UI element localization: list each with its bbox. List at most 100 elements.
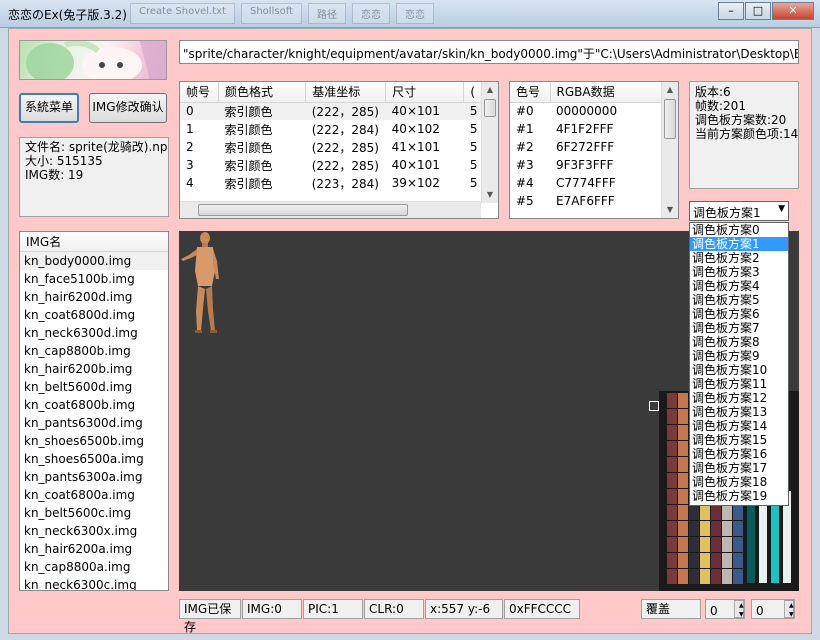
palette-swatch[interactable]	[700, 537, 710, 552]
palette-swatch[interactable]	[733, 569, 743, 584]
palette-option[interactable]: 调色板方案11	[690, 377, 788, 391]
table-row[interactable]: 0 索引颜色 (222，285) 40×101 5	[180, 102, 484, 120]
palette-swatch[interactable]	[733, 553, 743, 568]
list-item[interactable]: kn_hair6200a.img	[20, 540, 168, 558]
palette-option[interactable]: 调色板方案2	[690, 251, 788, 265]
list-item[interactable]: kn_neck6300d.img	[20, 324, 168, 342]
palette-swatch[interactable]	[711, 521, 721, 536]
palette-swatch[interactable]	[678, 409, 688, 424]
list-item[interactable]: kn_belt5600c.img	[20, 504, 168, 522]
palette-swatch[interactable]	[711, 537, 721, 552]
palette-swatch[interactable]	[667, 521, 677, 536]
spin-arrows-icon[interactable]: ▲ ▼	[734, 600, 744, 618]
list-item[interactable]: kn_coat6800a.img	[20, 486, 168, 504]
palette-option[interactable]: 调色板方案13	[690, 405, 788, 419]
palette-dropdown-list[interactable]: 调色板方案0 调色板方案1 调色板方案2 调色板方案3 调色板方案4 调色板方案5 调色板方…	[689, 222, 789, 506]
palette-swatch[interactable]	[733, 537, 743, 552]
palette-swatch[interactable]	[689, 553, 699, 568]
palette-swatch[interactable]	[722, 537, 732, 552]
list-item[interactable]: kn_coat6800d.img	[20, 306, 168, 324]
system-menu-button[interactable]: 系統菜单	[19, 93, 79, 123]
scroll-thumb[interactable]	[664, 99, 676, 139]
col-color-no[interactable]: 色号	[510, 82, 551, 103]
palette-swatch[interactable]	[667, 489, 677, 504]
chevron-down-icon[interactable]: ▼	[778, 204, 785, 214]
table-row[interactable]: #0 00000000	[510, 102, 662, 120]
palette-swatch[interactable]	[667, 457, 677, 472]
list-item[interactable]: kn_face5100b.img	[20, 270, 168, 288]
list-item[interactable]: kn_hair6200d.img	[20, 288, 168, 306]
palette-swatch[interactable]	[700, 505, 710, 520]
palette-swatch[interactable]	[678, 393, 688, 408]
scroll-up-icon[interactable]: ▲	[664, 84, 676, 96]
palette-option[interactable]: 调色板方案19	[690, 489, 788, 503]
list-item[interactable]: kn_cap8800b.img	[20, 342, 168, 360]
col-frame-no[interactable]: 帧号	[180, 82, 220, 103]
palette-option[interactable]: 调色板方案7	[690, 321, 788, 335]
palette-swatch[interactable]	[722, 521, 732, 536]
palette-option[interactable]: 调色板方案12	[690, 391, 788, 405]
palette-swatch[interactable]	[678, 441, 688, 456]
img-modify-confirm-button[interactable]: IMG修改确认	[89, 93, 167, 123]
file-path-bar[interactable]: "sprite/character/knight/equipment/avata…	[179, 40, 799, 64]
img-list[interactable]: IMG名 kn_body0000.img kn_face5100b.img kn_h…	[19, 231, 169, 591]
palette-swatch[interactable]	[667, 425, 677, 440]
palette-option[interactable]: 调色板方案16	[690, 447, 788, 461]
palette-option[interactable]: 调色板方案9	[690, 349, 788, 363]
table-row[interactable]: 1 索引颜色 (222，284) 40×102 5	[180, 120, 484, 138]
color-table[interactable]: 色号 RGBA数据 #0 00000000 #1 4F1F2FFF #2 6F272FFF…	[509, 81, 679, 219]
palette-option[interactable]: 调色板方案17	[690, 461, 788, 475]
palette-swatch[interactable]	[678, 553, 688, 568]
scroll-down-icon[interactable]: ▼	[664, 204, 676, 216]
list-item[interactable]: kn_pants6300d.img	[20, 414, 168, 432]
list-item[interactable]: kn_shoes6500a.img	[20, 450, 168, 468]
palette-swatch[interactable]	[678, 569, 688, 584]
palette-swatch[interactable]	[667, 553, 677, 568]
palette-option[interactable]: 调色板方案1	[690, 237, 788, 251]
palette-swatch[interactable]	[667, 409, 677, 424]
table-row[interactable]: #5 E7AF6FFF	[510, 192, 662, 210]
palette-swatch[interactable]	[689, 569, 699, 584]
close-button[interactable]: ✕	[772, 2, 814, 20]
table-row[interactable]: #3 9F3F3FFF	[510, 156, 662, 174]
frame-table-hscrollbar[interactable]	[180, 201, 481, 218]
table-row[interactable]: #2 6F272FFF	[510, 138, 662, 156]
palette-option[interactable]: 调色板方案0	[690, 223, 788, 237]
palette-swatch[interactable]	[667, 537, 677, 552]
scroll-down-icon[interactable]: ▼	[484, 189, 496, 201]
palette-swatch[interactable]	[678, 457, 688, 472]
palette-swatch[interactable]	[667, 569, 677, 584]
table-row[interactable]: 3 索引颜色 (222，285) 40×101 5	[180, 156, 484, 174]
palette-swatch[interactable]	[689, 521, 699, 536]
list-item[interactable]: kn_cap8800a.img	[20, 558, 168, 576]
palette-swatch[interactable]	[722, 505, 732, 520]
palette-swatch[interactable]	[711, 569, 721, 584]
palette-swatch[interactable]	[733, 505, 743, 520]
palette-swatch[interactable]	[722, 553, 732, 568]
list-item[interactable]: kn_coat6800b.img	[20, 396, 168, 414]
spin-input-2[interactable]: 0 ▲ ▼	[751, 599, 795, 619]
palette-swatch[interactable]	[711, 505, 721, 520]
palette-select[interactable]: 调色板方案1 ▼	[689, 201, 789, 221]
palette-swatch[interactable]	[700, 521, 710, 536]
frame-table-vscrollbar[interactable]: ▲ ▼	[481, 82, 498, 203]
table-row[interactable]: #4 C7774FFF	[510, 174, 662, 192]
palette-swatch[interactable]	[678, 489, 688, 504]
palette-option[interactable]: 调色板方案5	[690, 293, 788, 307]
list-item[interactable]: kn_neck6300x.img	[20, 522, 168, 540]
palette-option[interactable]: 调色板方案3	[690, 265, 788, 279]
palette-swatch[interactable]	[678, 425, 688, 440]
h-scroll-thumb[interactable]	[198, 204, 408, 216]
palette-swatch[interactable]	[678, 521, 688, 536]
col-size[interactable]: 尺寸	[385, 82, 465, 103]
list-item[interactable]: kn_shoes6500b.img	[20, 432, 168, 450]
scroll-up-icon[interactable]: ▲	[484, 84, 496, 96]
list-item[interactable]: kn_body0000.img	[20, 252, 168, 270]
palette-option[interactable]: 调色板方案4	[690, 279, 788, 293]
palette-swatch[interactable]	[678, 473, 688, 488]
list-item[interactable]: kn_pants6300a.img	[20, 468, 168, 486]
palette-swatch[interactable]	[711, 553, 721, 568]
table-row[interactable]: 4 索引颜色 (223，284) 39×102 5	[180, 174, 484, 192]
minimize-button[interactable]: –	[718, 2, 744, 20]
spin-arrows-icon[interactable]: ▲ ▼	[784, 600, 794, 618]
